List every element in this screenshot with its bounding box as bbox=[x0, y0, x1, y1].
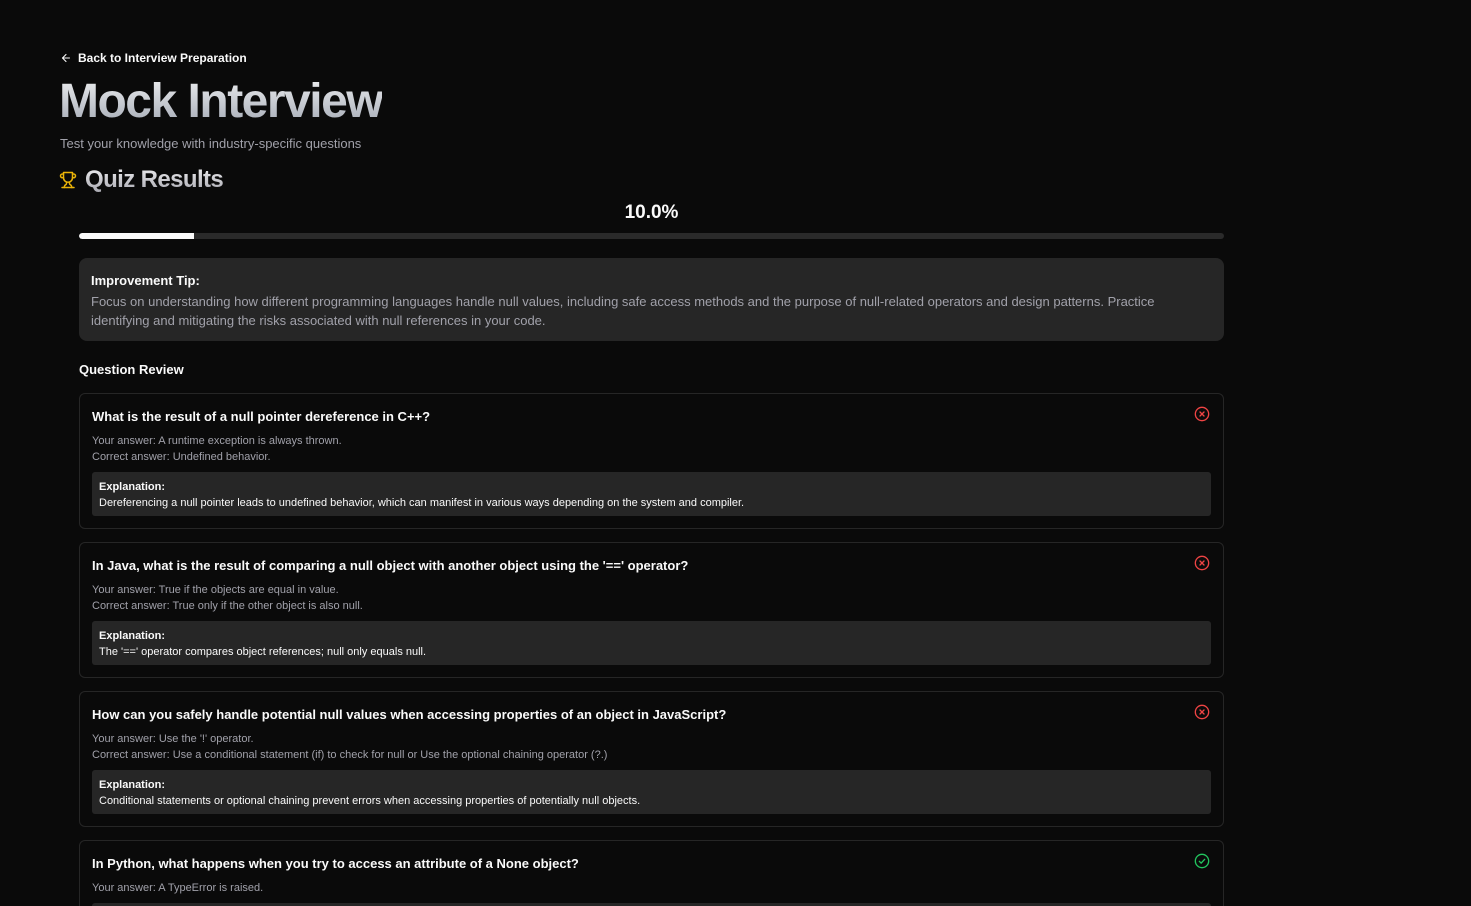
explanation-text: The '==' operator compares object refere… bbox=[99, 646, 427, 658]
arrow-left-icon bbox=[61, 53, 71, 63]
explanation-box: Explanation: Dereferencing a null pointe… bbox=[92, 472, 1211, 516]
quiz-results-heading: Quiz Results bbox=[59, 165, 224, 195]
question-card: How can you safely handle potential null… bbox=[79, 691, 1224, 827]
question-text: In Java, what is the result of comparing… bbox=[92, 558, 689, 573]
improvement-tip-body: Focus on understanding how different pro… bbox=[91, 294, 1155, 328]
question-card: What is the result of a null pointer der… bbox=[79, 393, 1224, 529]
explanation-box: Explanation: Conditional statements or o… bbox=[92, 770, 1211, 814]
question-text: In Python, what happens when you try to … bbox=[92, 856, 579, 871]
back-link-label: Back to Interview Preparation bbox=[78, 51, 247, 65]
improvement-tip: Improvement Tip: Focus on understanding … bbox=[79, 258, 1224, 341]
question-card: In Python, what happens when you try to … bbox=[79, 840, 1224, 906]
correct-answer: Correct answer: True only if the other o… bbox=[92, 600, 363, 612]
page-title: Mock Interview bbox=[59, 72, 384, 132]
explanation-box: Explanation: The '==' operator compares … bbox=[92, 621, 1211, 665]
question-text: How can you safely handle potential null… bbox=[92, 707, 727, 722]
your-answer: Your answer: A runtime exception is alwa… bbox=[92, 435, 342, 447]
page-subtitle: Test your knowledge with industry-specif… bbox=[60, 136, 362, 151]
score-progress-bar bbox=[79, 233, 1224, 239]
explanation-title: Explanation: bbox=[99, 779, 166, 791]
your-answer: Your answer: Use the '!' operator. bbox=[92, 733, 254, 745]
back-to-interview-preparation-link[interactable]: Back to Interview Preparation bbox=[60, 50, 247, 66]
score-progress-fill bbox=[79, 233, 194, 239]
check-circle-icon bbox=[1194, 853, 1210, 869]
your-answer: Your answer: A TypeError is raised. bbox=[92, 882, 264, 894]
x-circle-icon bbox=[1194, 406, 1210, 422]
correct-answer: Correct answer: Undefined behavior. bbox=[92, 451, 271, 463]
trophy-icon bbox=[59, 171, 77, 189]
score-percentage: 10.0% bbox=[624, 202, 679, 223]
explanation-title: Explanation: bbox=[99, 481, 166, 493]
your-answer: Your answer: True if the objects are equ… bbox=[92, 584, 339, 596]
page: Back to Interview Preparation Mock Inter… bbox=[0, 0, 1471, 906]
explanation-text: Dereferencing a null pointer leads to un… bbox=[99, 497, 745, 509]
quiz-results-label: Quiz Results bbox=[85, 166, 224, 193]
explanation-text: Conditional statements or optional chain… bbox=[99, 795, 641, 807]
x-circle-icon bbox=[1194, 555, 1210, 571]
question-review-title: Question Review bbox=[79, 362, 184, 377]
question-card: In Java, what is the result of comparing… bbox=[79, 542, 1224, 678]
x-circle-icon bbox=[1194, 704, 1210, 720]
improvement-tip-title: Improvement Tip: bbox=[91, 273, 200, 288]
question-text: What is the result of a null pointer der… bbox=[92, 409, 431, 424]
correct-answer: Correct answer: Use a conditional statem… bbox=[92, 749, 608, 761]
explanation-title: Explanation: bbox=[99, 630, 166, 642]
